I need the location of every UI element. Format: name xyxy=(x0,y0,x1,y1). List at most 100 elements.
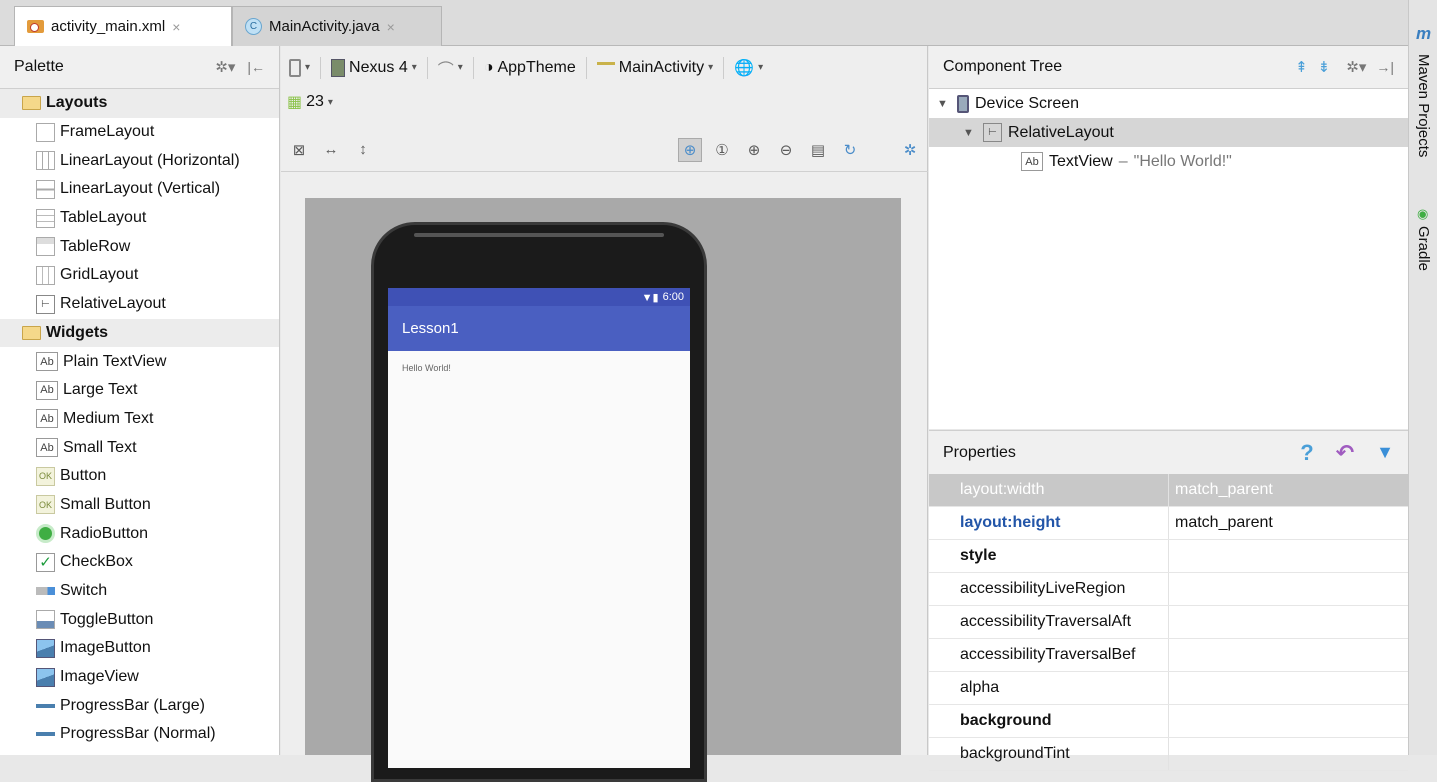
maven-projects-tool-button[interactable]: Maven Projects xyxy=(1415,54,1432,157)
properties-panel: Properties ? ↶ ▼ layout:width match_pare… xyxy=(929,430,1408,771)
property-row-accessibility-traversal-before[interactable]: accessibilityTraversalBef xyxy=(929,639,1408,672)
collapse-all-icon[interactable]: ⇟ xyxy=(1318,58,1331,76)
zoom-actual-size-icon[interactable]: ① xyxy=(710,138,734,162)
tree-node-relativelayout[interactable]: ▼ ⊢ RelativeLayout xyxy=(929,118,1408,147)
palette-item-imagebutton[interactable]: ImageButton xyxy=(0,634,279,663)
property-row-layout-height[interactable]: layout:height match_parent xyxy=(929,507,1408,540)
property-key: layout:height xyxy=(929,507,1169,539)
filter-icon[interactable]: ▼ xyxy=(1376,442,1394,463)
palette-title: Palette xyxy=(14,58,64,75)
palette-item-linearlayout-horizontal[interactable]: LinearLayout (Horizontal) xyxy=(0,146,279,175)
checkbox-icon: ✓ xyxy=(36,552,55,572)
theme-selector[interactable]: ◑ AppTheme xyxy=(484,59,576,77)
property-value[interactable] xyxy=(1169,672,1408,704)
tab-activity-main-xml[interactable]: activity_main.xml × xyxy=(14,6,232,46)
settings-gear-icon[interactable]: ✲ xyxy=(898,138,922,162)
device-selector[interactable]: Nexus 4 ▾ xyxy=(331,58,417,77)
hello-world-textview[interactable]: Hello World! xyxy=(388,351,690,373)
palette-item-large-text[interactable]: Ab Large Text xyxy=(0,376,279,405)
palette-category-layouts[interactable]: Layouts xyxy=(0,89,279,118)
device-screen[interactable]: ▼▮ 6:00 Lesson1 Hello World! xyxy=(388,288,690,768)
property-row-style[interactable]: style xyxy=(929,540,1408,573)
property-row-accessibility-traversal-after[interactable]: accessibilityTraversalAft xyxy=(929,606,1408,639)
tree-node-textview[interactable]: Ab TextView – "Hello World!" xyxy=(929,147,1408,176)
layout-editor: ▾ Nexus 4 ▾ ⌒ ▾ ◑ AppTheme MainActivity ▾ 🌐 ▾… xyxy=(281,46,928,782)
locale-dropdown[interactable]: 🌐 ▾ xyxy=(734,58,763,78)
item-label: Small Button xyxy=(60,495,151,513)
palette-item-tablelayout[interactable]: TableLayout xyxy=(0,204,279,233)
screenshot-icon[interactable]: ▤ xyxy=(806,138,830,162)
undo-icon[interactable]: ↶ xyxy=(1336,440,1354,466)
item-label: ImageButton xyxy=(60,639,151,657)
zoom-in-icon[interactable]: ⊕ xyxy=(742,138,766,162)
tab-close-icon[interactable]: × xyxy=(387,19,395,35)
palette-item-small-button[interactable]: OK Small Button xyxy=(0,491,279,520)
palette-item-tablerow[interactable]: TableRow xyxy=(0,232,279,261)
property-row-background[interactable]: background xyxy=(929,705,1408,738)
palette-item-plain-textview[interactable]: Ab Plain TextView xyxy=(0,347,279,376)
palette-hide-pin-icon[interactable]: |← xyxy=(247,59,265,75)
activity-selector[interactable]: MainActivity ▾ xyxy=(596,59,713,77)
component-tree-panel: Component Tree ⇞ ⇟ ✲▾ →| ▼ Device Screen… xyxy=(929,46,1408,429)
refresh-icon[interactable]: ↻ xyxy=(838,138,862,162)
orientation-dropdown[interactable]: ⌒ ▾ xyxy=(438,56,463,80)
property-row-layout-width[interactable]: layout:width match_parent xyxy=(929,474,1408,507)
zoom-out-icon[interactable]: ⊖ xyxy=(774,138,798,162)
palette-category-widgets[interactable]: Widgets xyxy=(0,318,279,348)
palette-item-imageview[interactable]: ImageView xyxy=(0,663,279,692)
palette-item-checkbox[interactable]: ✓ CheckBox xyxy=(0,548,279,577)
palette-item-framelayout[interactable]: FrameLayout xyxy=(0,118,279,147)
property-value[interactable] xyxy=(1169,606,1408,638)
palette-item-togglebutton[interactable]: ToggleButton xyxy=(0,605,279,634)
palette-item-small-text[interactable]: Ab Small Text xyxy=(0,433,279,462)
gradle-tool-button[interactable]: Gradle xyxy=(1415,226,1432,271)
relativelayout-icon: ⊢ xyxy=(983,123,1002,142)
palette-item-medium-text[interactable]: Ab Medium Text xyxy=(0,405,279,434)
property-value[interactable] xyxy=(1169,639,1408,671)
tree-node-label: TextView xyxy=(1049,152,1113,170)
fill-height-icon[interactable]: ↕ xyxy=(351,138,375,162)
textview-icon: Ab xyxy=(36,352,58,372)
property-value[interactable] xyxy=(1169,738,1408,770)
xml-file-icon xyxy=(27,20,44,33)
tree-hide-pin-icon[interactable]: →| xyxy=(1376,59,1394,75)
tree-node-separator: – xyxy=(1118,152,1128,170)
property-value[interactable]: match_parent xyxy=(1169,474,1408,506)
device-screen-icon xyxy=(957,94,969,113)
linearlayout-vertical-icon xyxy=(36,179,55,199)
property-row-alpha[interactable]: alpha xyxy=(929,672,1408,705)
palette-item-button[interactable]: OK Button xyxy=(0,462,279,491)
palette-settings-gear-icon[interactable]: ✲▾ xyxy=(215,58,235,76)
palette-item-progressbar-large[interactable]: ProgressBar (Large) xyxy=(0,691,279,720)
property-value[interactable] xyxy=(1169,573,1408,605)
expand-arrow-icon[interactable]: ▼ xyxy=(937,98,951,110)
palette-item-switch[interactable]: Switch xyxy=(0,577,279,606)
status-bar: ▼▮ 6:00 xyxy=(388,288,690,306)
wifi-battery-icon: ▼▮ xyxy=(641,291,659,304)
toolbar-divider xyxy=(472,56,474,79)
palette-item-linearlayout-vertical[interactable]: LinearLayout (Vertical) xyxy=(0,175,279,204)
tree-node-device-screen[interactable]: ▼ Device Screen xyxy=(929,89,1408,118)
property-value[interactable]: match_parent xyxy=(1169,507,1408,539)
tab-mainactivity-java[interactable]: C MainActivity.java × xyxy=(232,6,442,46)
device-orientation-dropdown[interactable]: ▾ xyxy=(289,58,310,77)
property-row-accessibility-live-region[interactable]: accessibilityLiveRegion xyxy=(929,573,1408,606)
palette-item-relativelayout[interactable]: ⊢ RelativeLayout xyxy=(0,290,279,319)
palette-item-gridlayout[interactable]: GridLayout xyxy=(0,261,279,290)
help-icon[interactable]: ? xyxy=(1300,440,1313,466)
zoom-to-fit-icon[interactable]: ⊕ xyxy=(678,137,702,162)
property-value[interactable] xyxy=(1169,705,1408,737)
zoom-fit-dropdown-icon[interactable]: ⊠ xyxy=(287,138,311,162)
property-value[interactable] xyxy=(1169,540,1408,572)
expand-arrow-icon[interactable]: ▼ xyxy=(963,127,977,139)
palette-item-radiobutton[interactable]: RadioButton xyxy=(0,519,279,548)
item-label: RadioButton xyxy=(60,524,149,542)
fill-width-icon[interactable]: ↔ xyxy=(319,138,343,162)
tab-close-icon[interactable]: × xyxy=(172,19,180,35)
palette-item-progressbar-normal[interactable]: ProgressBar (Normal) xyxy=(0,720,279,749)
api-level-selector[interactable]: ▦ 23 ▾ xyxy=(287,92,333,112)
theme-label: AppTheme xyxy=(497,58,576,76)
expand-all-icon[interactable]: ⇞ xyxy=(1295,58,1308,76)
tree-settings-gear-icon[interactable]: ✲▾ xyxy=(1346,58,1366,76)
tree-node-text: "Hello World!" xyxy=(1133,152,1232,170)
